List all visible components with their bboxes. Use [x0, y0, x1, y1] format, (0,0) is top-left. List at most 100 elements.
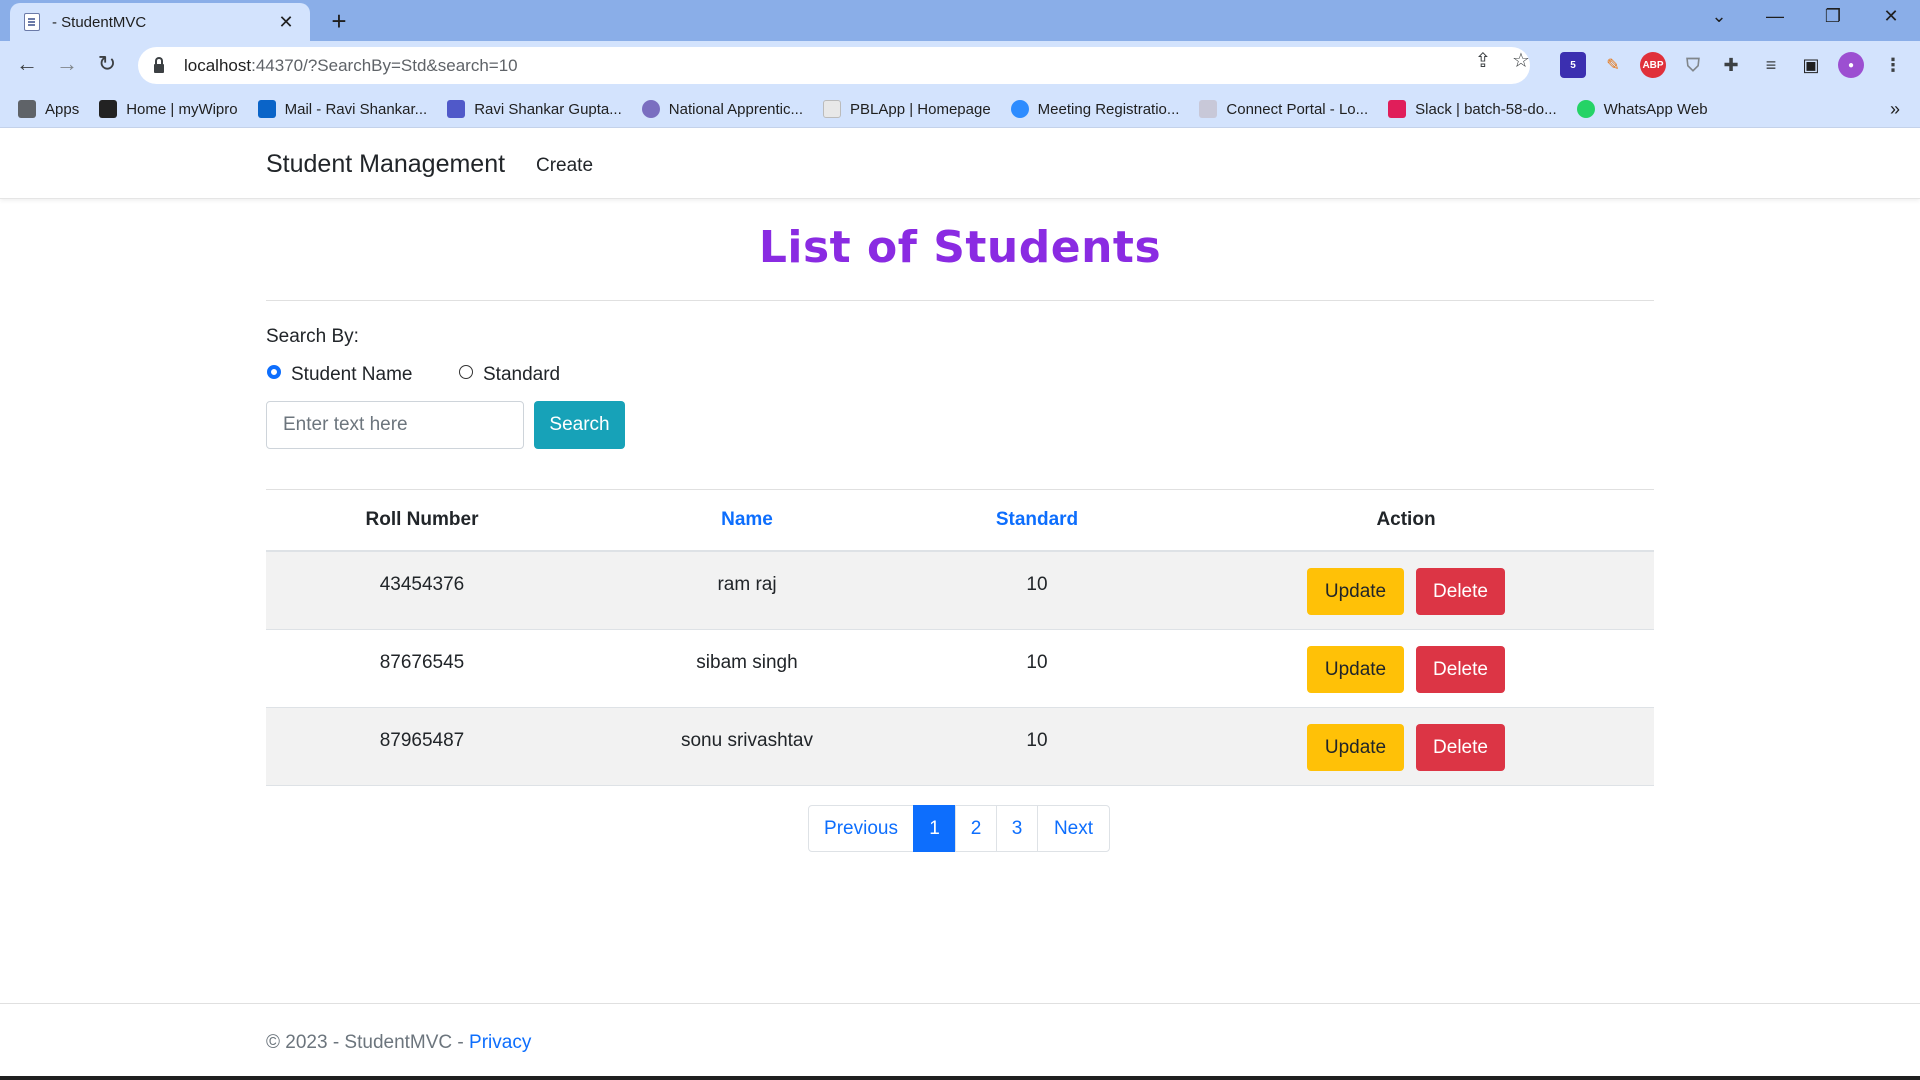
delete-button[interactable]: Delete [1416, 568, 1505, 615]
browser-tab[interactable]: - StudentMVC ✕ [10, 3, 310, 41]
back-button[interactable]: ← [12, 51, 42, 77]
bookmark-label: Meeting Registratio... [1037, 100, 1180, 118]
nav-create-link[interactable]: Create [536, 155, 593, 177]
bookmark-label: Mail - Ravi Shankar... [284, 100, 428, 118]
connect-portal-icon [1199, 100, 1218, 118]
lock-icon[interactable] [154, 56, 164, 73]
document-icon [24, 13, 40, 31]
search-button[interactable]: Search [534, 401, 625, 449]
pagination-page-3[interactable]: 3 [996, 805, 1038, 852]
wipro-icon [99, 100, 118, 118]
new-tab-button[interactable]: + [326, 6, 352, 37]
shield-icon[interactable]: ⛉ [1680, 52, 1706, 78]
browser-menu-icon[interactable]: ⋮ [1880, 52, 1906, 78]
cell-actions: Update Delete [1158, 629, 1654, 708]
bookmark-star-icon[interactable]: ☆ [1508, 48, 1534, 73]
bookmark-item[interactable]: WhatsApp Web [1576, 100, 1708, 118]
profile-avatar[interactable]: ● [1838, 52, 1864, 78]
bookmark-label: Home | myWipro [126, 100, 238, 118]
cell-standard: 10 [916, 707, 1158, 786]
bookmark-label: Connect Portal - Lo... [1226, 100, 1369, 118]
outlook-icon [257, 100, 276, 118]
delete-button[interactable]: Delete [1416, 645, 1505, 693]
close-window-button[interactable]: ✕ [1876, 6, 1906, 27]
pblapp-icon [823, 100, 842, 118]
update-button[interactable]: Update [1307, 723, 1404, 771]
pagination-previous[interactable]: Previous [808, 805, 914, 852]
side-panel-icon[interactable]: ▣ [1798, 52, 1824, 78]
update-button[interactable]: Update [1307, 645, 1404, 693]
bookmark-item[interactable]: Meeting Registratio... [1010, 100, 1180, 118]
reload-button[interactable]: ↻ [92, 51, 122, 77]
zoom-icon [1010, 100, 1029, 118]
cell-roll: 87676545 [266, 629, 578, 708]
extensions-puzzle-icon[interactable]: ✚ [1718, 52, 1744, 78]
apprenticeship-icon [641, 100, 660, 118]
url-path: :44370/?SearchBy=Std&search=10 [251, 55, 518, 75]
col-action: Action [1158, 490, 1654, 552]
cell-standard: 10 [916, 629, 1158, 708]
footer-divider [0, 1003, 1920, 1004]
restore-button[interactable]: ❐ [1818, 6, 1848, 27]
browser-tabstrip: - StudentMVC ✕ + ⌄ — ❐ ✕ [0, 0, 1920, 41]
extension-pen-icon[interactable]: ✎ [1600, 52, 1626, 78]
update-button[interactable]: Update [1307, 568, 1404, 615]
tab-search-icon[interactable]: ⌄ [1704, 6, 1734, 27]
cell-name: ram raj [578, 551, 916, 630]
pagination-next[interactable]: Next [1037, 805, 1110, 852]
media-control-icon[interactable]: ≡ [1758, 52, 1784, 78]
delete-button[interactable]: Delete [1416, 723, 1505, 771]
bookmark-item[interactable]: Slack | batch-58-do... [1388, 100, 1557, 118]
privacy-link[interactable]: Privacy [469, 1032, 531, 1053]
teams-icon [447, 100, 466, 118]
bookmark-label: Slack | batch-58-do... [1415, 100, 1557, 118]
pagination: Previous 1 2 3 Next [808, 805, 1110, 852]
col-standard-sort-link[interactable]: Standard [916, 490, 1158, 552]
search-input[interactable] [266, 401, 524, 449]
radio-standard-label[interactable]: Standard [483, 364, 560, 386]
radio-student-name[interactable] [267, 365, 281, 379]
app-brand-link[interactable]: Student Management [266, 150, 505, 179]
bookmarks-overflow-icon[interactable]: » [1890, 99, 1900, 120]
students-table: Roll Number Name Standard Action 4345437… [266, 490, 1654, 786]
minimize-button[interactable]: — [1760, 6, 1790, 27]
bookmark-label: Ravi Shankar Gupta... [474, 100, 622, 118]
url-host: localhost [184, 55, 252, 75]
pagination-page-1[interactable]: 1 [913, 805, 956, 852]
footer-copyright: © 2023 - StudentMVC - [266, 1032, 470, 1053]
col-roll-number: Roll Number [266, 490, 578, 552]
bookmark-item[interactable]: Mail - Ravi Shankar... [257, 100, 428, 118]
tab-title: - StudentMVC [52, 13, 147, 31]
close-tab-icon[interactable]: ✕ [276, 12, 296, 33]
address-bar[interactable]: localhost:44370/?SearchBy=Std&search=10 [138, 47, 1530, 84]
cell-name: sibam singh [578, 629, 916, 708]
footer: © 2023 - StudentMVC - Privacy [266, 1032, 531, 1054]
bookmark-item[interactable]: Connect Portal - Lo... [1199, 100, 1368, 118]
bookmarks-bar: Apps Home | myWipro Mail - Ravi Shankar.… [0, 91, 1920, 128]
share-icon[interactable]: ⇪ [1470, 48, 1496, 73]
table-header-row: Roll Number Name Standard Action [266, 490, 1654, 552]
table-row: 87676545 sibam singh 10 Update Delete [266, 629, 1654, 708]
adblock-icon[interactable]: ABP [1640, 52, 1666, 78]
bookmark-item[interactable]: Home | myWipro [99, 100, 238, 118]
forward-button[interactable]: → [52, 51, 82, 77]
bookmark-item[interactable]: PBLApp | Homepage [823, 100, 991, 118]
radio-standard[interactable] [459, 365, 473, 379]
bookmark-item[interactable]: National Apprentic... [641, 100, 803, 118]
search-by-label: Search By: [266, 326, 359, 347]
cell-actions: Update Delete [1158, 707, 1654, 786]
pagination-page-2[interactable]: 2 [955, 805, 997, 852]
whatsapp-icon [1576, 100, 1595, 118]
app-navbar: Student Management Create [0, 128, 1920, 199]
cell-standard: 10 [916, 551, 1158, 630]
col-name-sort-link[interactable]: Name [578, 490, 916, 552]
bookmark-label: Apps [45, 100, 80, 118]
bookmark-item[interactable]: Apps [18, 100, 79, 118]
slack-icon [1388, 100, 1407, 118]
window-bottom-edge [0, 1076, 1920, 1080]
bookmark-label: PBLApp | Homepage [850, 100, 991, 118]
bookmark-item[interactable]: Ravi Shankar Gupta... [447, 100, 622, 118]
radio-student-name-label[interactable]: Student Name [291, 364, 412, 386]
extension-badge-icon[interactable]: 5 [1560, 52, 1586, 78]
cell-roll: 43454376 [266, 551, 578, 630]
